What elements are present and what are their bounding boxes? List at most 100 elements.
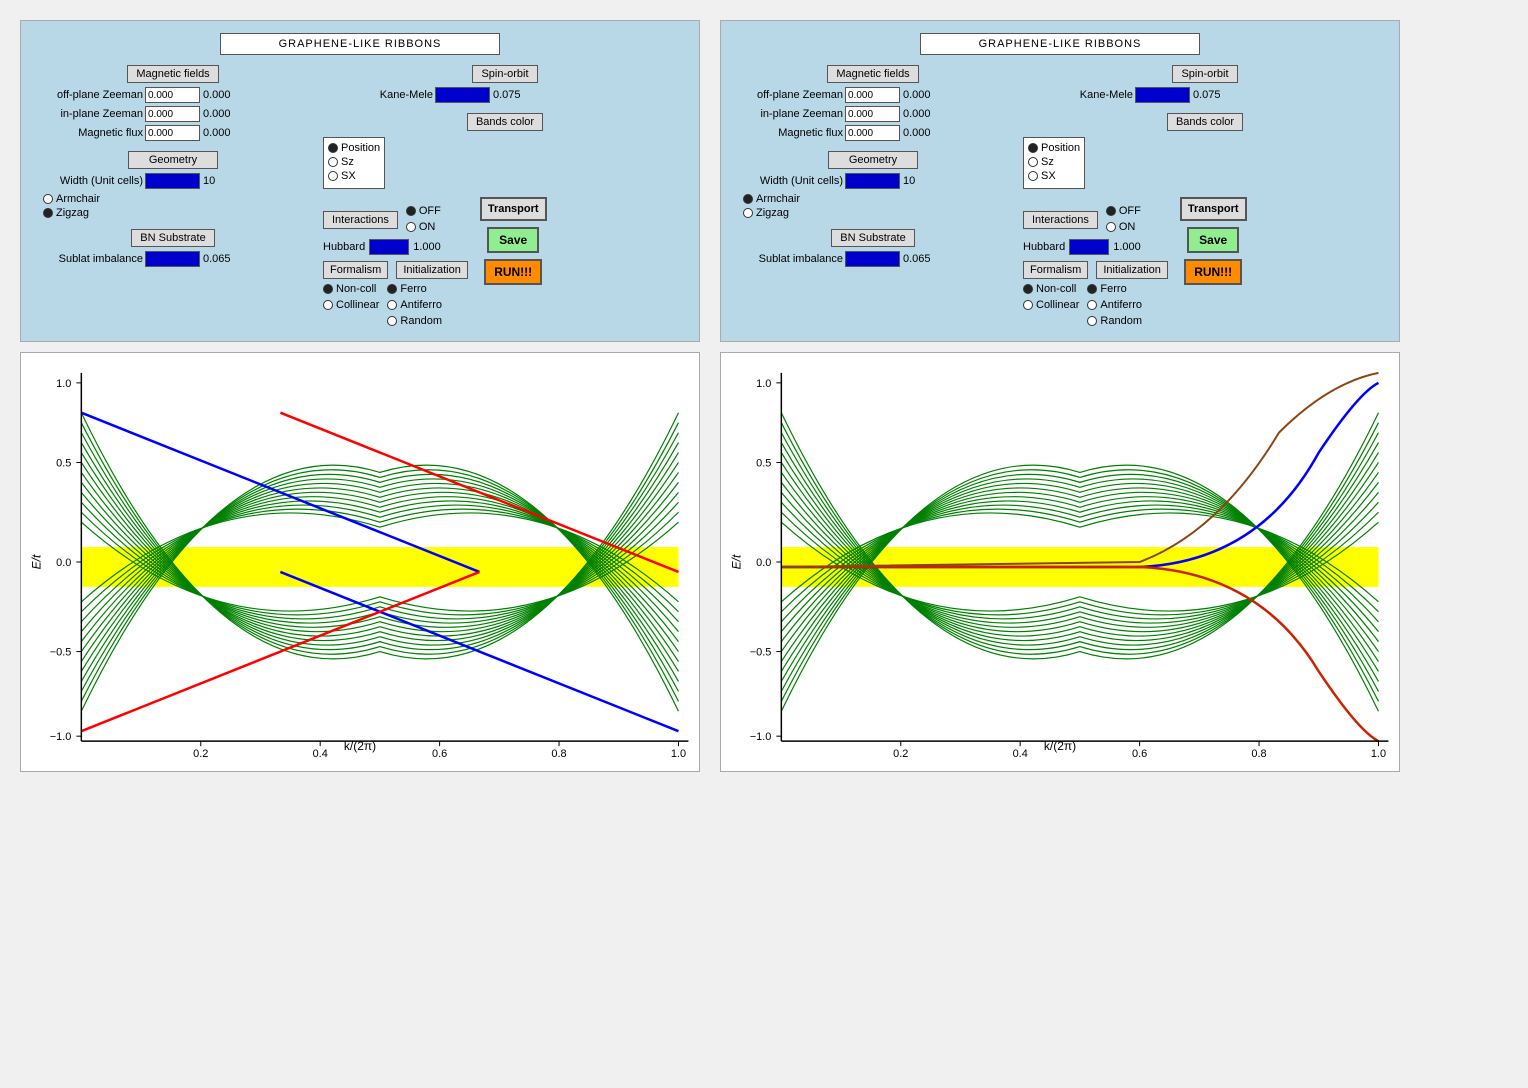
svg-text:0.6: 0.6 [432,748,447,760]
random-radio-1[interactable]: Random [387,315,442,327]
off-radio-1[interactable]: OFF [406,205,441,217]
collinear-dot-2 [1023,300,1033,310]
magnetic-flux-row-1: Magnetic flux 0.000 [33,125,313,141]
sublat-input-2[interactable] [845,251,900,267]
sz-radio-2[interactable]: Sz [1028,156,1080,168]
save-button-2[interactable]: Save [1187,227,1239,253]
zigzag-radio-1[interactable]: Zigzag [43,207,313,219]
position-radio-dot-2 [1028,143,1038,153]
formalism-label-1: Formalism [323,261,388,279]
hubbard-label-1: Hubbard [323,241,365,253]
magnetic-flux-value-1: 0.000 [203,127,231,139]
antiferro-radio-2[interactable]: Antiferro [1087,299,1142,311]
off-plane-zeeman-input-1[interactable] [145,87,200,103]
bn-label-1: BN Substrate [131,229,214,247]
svg-text:0.5: 0.5 [56,457,71,469]
kane-mele-input-1[interactable] [435,87,490,103]
ferro-radio-1[interactable]: Ferro [387,283,442,295]
sz-radio-1[interactable]: Sz [328,156,380,168]
on-radio-dot-1 [406,222,416,232]
random-label-1: Random [400,315,442,327]
kane-mele-label-1: Kane-Mele [323,89,433,101]
initialization-label-1: Initialization [396,261,467,279]
magnetic-flux-input-1[interactable] [145,125,200,141]
interactions-row-1: Interactions OFF ON [323,205,468,235]
sublat-value-2: 0.065 [903,253,931,265]
ferro-label-1: Ferro [400,283,426,295]
transport-button-2[interactable]: Transport [1180,197,1247,221]
width-input-1[interactable] [145,173,200,189]
formalism-init-row-1: Formalism Initialization [323,261,468,279]
off-plane-zeeman-value-1: 0.000 [203,89,231,101]
save-button-1[interactable]: Save [487,227,539,253]
interactions-area-1: Interactions OFF ON [323,197,687,329]
sublat-input-1[interactable] [145,251,200,267]
panel-1: GRAPHENE-LIKE RIBBONS Magnetic fields of… [20,20,700,342]
run-button-1[interactable]: RUN!!! [484,259,542,285]
sx-radio-dot-2 [1028,171,1038,181]
panel-1-content: Magnetic fields off-plane Zeeman 0.000 i… [33,65,687,329]
width-input-2[interactable] [845,173,900,189]
magnetic-flux-label-2: Magnetic flux [733,127,843,139]
hubbard-input-2[interactable] [1069,239,1109,255]
armchair-radio-2[interactable]: Armchair [743,193,1013,205]
collinear-label-2: Collinear [1036,299,1079,311]
sx-radio-2[interactable]: SX [1028,170,1080,182]
collinear-radio-1[interactable]: Collinear [323,299,379,311]
position-radio-1[interactable]: Position [328,142,380,154]
geometry-radio-group-2: Armchair Zigzag [743,193,1013,219]
geometry-radio-group-1: Armchair Zigzag [43,193,313,219]
armchair-radio-dot-1 [43,194,53,204]
kane-mele-input-2[interactable] [1135,87,1190,103]
kane-mele-row-2: Kane-Mele 0.075 [1023,87,1387,103]
in-plane-zeeman-input-2[interactable] [845,106,900,122]
geometry-section-1: Geometry Width (Unit cells) 10 Armchair [33,151,313,219]
ferro-dot-1 [387,284,397,294]
bn-label-2: BN Substrate [831,229,914,247]
in-plane-zeeman-input-1[interactable] [145,106,200,122]
armchair-label-1: Armchair [56,193,100,205]
zigzag-radio-2[interactable]: Zigzag [743,207,1013,219]
run-button-2[interactable]: RUN!!! [1184,259,1242,285]
magnetic-flux-value-2: 0.000 [903,127,931,139]
sx-label-1: SX [341,170,356,182]
panel-1-right: Spin-orbit Kane-Mele 0.075 Bands color [323,65,687,329]
zigzag-radio-dot-1 [43,208,53,218]
transport-button-1[interactable]: Transport [480,197,547,221]
hubbard-input-1[interactable] [369,239,409,255]
non-coll-radio-2[interactable]: Non-coll [1023,283,1079,295]
svg-text:0.4: 0.4 [1013,748,1028,760]
width-value-2: 10 [903,175,915,187]
off-plane-zeeman-input-2[interactable] [845,87,900,103]
panel-1-title: GRAPHENE-LIKE RIBBONS [220,33,500,55]
in-plane-zeeman-label-2: in-plane Zeeman [733,108,843,120]
random-radio-2[interactable]: Random [1087,315,1142,327]
panel-2-right: Spin-orbit Kane-Mele 0.075 Bands color [1023,65,1387,329]
armchair-radio-1[interactable]: Armchair [43,193,313,205]
on-radio-1[interactable]: ON [406,221,441,233]
armchair-label-2: Armchair [756,193,800,205]
kane-mele-value-2: 0.075 [1193,89,1221,101]
non-coll-label-1: Non-coll [336,283,376,295]
sublat-label-2: Sublat imbalance [733,253,843,265]
sx-radio-1[interactable]: SX [328,170,380,182]
formalism-radios-1: Non-coll Collinear [323,283,379,329]
collinear-radio-2[interactable]: Collinear [1023,299,1079,311]
ferro-radio-2[interactable]: Ferro [1087,283,1142,295]
on-radio-2[interactable]: ON [1106,221,1141,233]
non-coll-dot-2 [1023,284,1033,294]
sx-label-2: SX [1041,170,1056,182]
magnetic-fields-label-2: Magnetic fields [827,65,918,83]
off-plane-zeeman-row-1: off-plane Zeeman 0.000 [33,87,313,103]
zigzag-label-2: Zigzag [756,207,789,219]
radio-bottom-row-1: Non-coll Collinear [323,283,468,329]
off-radio-2[interactable]: OFF [1106,205,1141,217]
sublat-value-1: 0.065 [203,253,231,265]
spin-orbit-section-2: Spin-orbit Kane-Mele 0.075 [1023,65,1387,103]
antiferro-radio-1[interactable]: Antiferro [387,299,442,311]
position-radio-2[interactable]: Position [1028,142,1080,154]
non-coll-radio-1[interactable]: Non-coll [323,283,379,295]
magnetic-flux-input-2[interactable] [845,125,900,141]
hubbard-row-2: Hubbard 1.000 [1023,239,1168,255]
svg-text:−0.5: −0.5 [50,647,72,659]
